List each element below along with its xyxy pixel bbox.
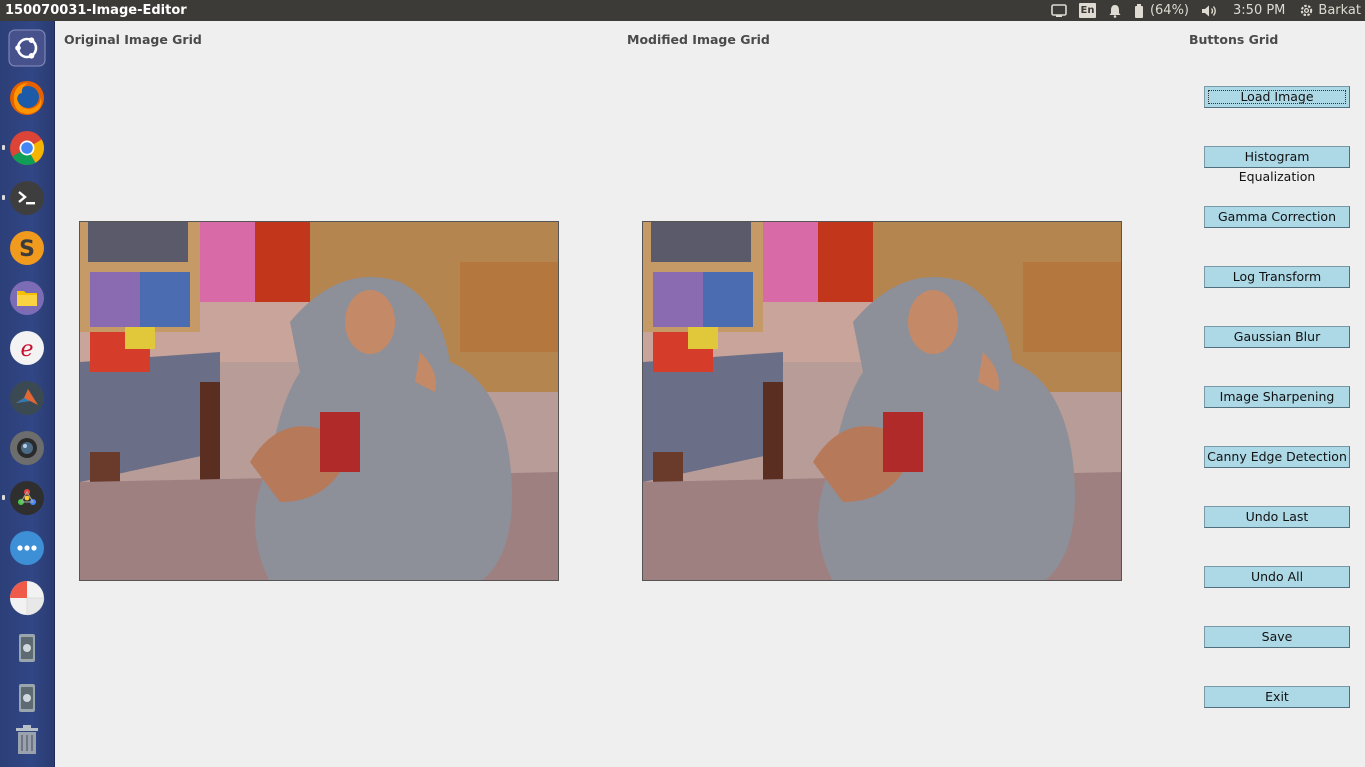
user-name: Barkat bbox=[1318, 3, 1361, 18]
system-tray: En (64%) 3:50 PM Barkat bbox=[1039, 0, 1365, 21]
save-button[interactable]: Save bbox=[1204, 626, 1350, 648]
volume-icon[interactable] bbox=[1201, 0, 1219, 21]
undo-all-button[interactable]: Undo All bbox=[1204, 566, 1350, 588]
office-app-icon[interactable]: e bbox=[8, 329, 46, 367]
network-icon[interactable] bbox=[1051, 0, 1067, 21]
canny-edge-detection-button[interactable]: Canny Edge Detection bbox=[1204, 446, 1350, 468]
log-transform-button[interactable]: Log Transform bbox=[1204, 266, 1350, 288]
svg-text:S: S bbox=[19, 237, 35, 262]
gaussian-blur-button[interactable]: Gaussian Blur bbox=[1204, 326, 1350, 348]
matlab-icon[interactable] bbox=[8, 379, 46, 417]
modified-grid-label: Modified Image Grid bbox=[627, 32, 770, 47]
modified-image bbox=[642, 221, 1122, 581]
sublime-text-icon[interactable]: S bbox=[8, 229, 46, 267]
histogram-equalization-button[interactable]: Histogram Equalization bbox=[1204, 146, 1350, 184]
original-image bbox=[79, 221, 559, 581]
load-image-button[interactable]: Load Image bbox=[1204, 86, 1350, 108]
more-apps-icon[interactable] bbox=[8, 529, 46, 567]
ubuntu-dash-icon[interactable] bbox=[8, 29, 46, 67]
molecule-app-icon[interactable] bbox=[2, 479, 46, 517]
gamma-correction-button[interactable]: Gamma Correction bbox=[1204, 206, 1350, 228]
svg-text:e: e bbox=[20, 337, 33, 362]
battery-percent: (64%) bbox=[1149, 3, 1190, 18]
gear-icon bbox=[1301, 4, 1313, 17]
language-badge: En bbox=[1078, 3, 1096, 18]
clock[interactable]: 3:50 PM bbox=[1233, 0, 1285, 21]
usb-drive-2-icon[interactable] bbox=[8, 679, 46, 717]
disk-usage-icon[interactable] bbox=[8, 579, 46, 617]
notification-bell-icon[interactable] bbox=[1108, 0, 1122, 21]
image-sharpening-button[interactable]: Image Sharpening bbox=[1204, 386, 1350, 408]
keyboard-language-indicator[interactable]: En bbox=[1078, 0, 1096, 21]
battery-icon bbox=[1134, 3, 1143, 18]
launcher: S e bbox=[0, 21, 55, 767]
chrome-icon[interactable] bbox=[2, 129, 46, 167]
battery-indicator[interactable]: (64%) bbox=[1134, 0, 1189, 21]
undo-last-button[interactable]: Undo Last bbox=[1204, 506, 1350, 528]
exit-button[interactable]: Exit bbox=[1204, 686, 1350, 708]
camera-icon[interactable] bbox=[8, 429, 46, 467]
top-panel: 150070031-Image-Editor En (64%) 3:50 PM … bbox=[0, 0, 1365, 21]
buttons-grid-label: Buttons Grid bbox=[1189, 32, 1279, 47]
original-grid-label: Original Image Grid bbox=[64, 32, 202, 47]
terminal-icon[interactable] bbox=[2, 179, 46, 217]
user-menu[interactable]: Barkat bbox=[1299, 0, 1361, 21]
firefox-icon[interactable] bbox=[8, 79, 46, 117]
trash-icon[interactable] bbox=[8, 721, 46, 759]
window-title: 150070031-Image-Editor bbox=[5, 3, 187, 18]
files-folder-icon[interactable] bbox=[8, 279, 46, 317]
usb-drive-icon[interactable] bbox=[8, 629, 46, 667]
